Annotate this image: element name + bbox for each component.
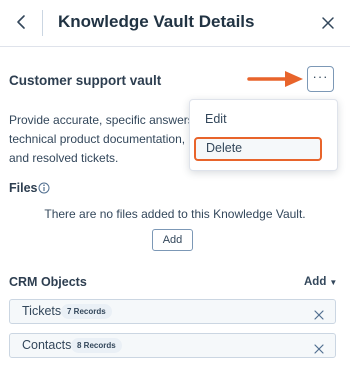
vault-name: Customer support vault xyxy=(9,73,162,88)
record-count-badge: 8 Records xyxy=(71,338,122,353)
crm-object-row-contacts: Contacts 8 Records xyxy=(9,333,336,358)
header-divider xyxy=(42,10,43,36)
actions-dropdown-menu: Edit Delete xyxy=(189,99,338,171)
close-icon xyxy=(314,344,324,354)
crm-object-name: Tickets xyxy=(22,304,62,318)
back-button[interactable] xyxy=(14,10,28,34)
remove-tickets-button[interactable] xyxy=(314,307,324,320)
caret-down-icon: ▼ xyxy=(329,278,338,287)
info-icon[interactable] xyxy=(38,182,50,194)
chevron-left-icon xyxy=(17,15,25,29)
close-icon xyxy=(322,17,334,29)
close-icon xyxy=(314,310,324,320)
add-file-button[interactable]: Add xyxy=(152,229,193,251)
crm-add-label: Add xyxy=(304,276,327,288)
annotation-arrow-icon xyxy=(247,71,303,87)
crm-add-dropdown-button[interactable]: Add ▼ xyxy=(304,276,337,288)
panel-header: Knowledge Vault Details xyxy=(0,0,350,47)
close-button[interactable] xyxy=(320,15,336,31)
record-count-badge: 7 Records xyxy=(61,304,112,319)
files-empty-message: There are no files added to this Knowled… xyxy=(44,207,306,221)
menu-item-delete[interactable]: Delete xyxy=(194,137,322,161)
panel-title: Knowledge Vault Details xyxy=(58,12,255,31)
files-section-label: Files xyxy=(9,181,38,195)
more-actions-button[interactable]: ··· xyxy=(307,66,334,92)
menu-item-edit[interactable]: Edit xyxy=(190,106,337,132)
crm-object-row-tickets: Tickets 7 Records xyxy=(9,299,336,324)
crm-object-name: Contacts xyxy=(22,338,72,352)
remove-contacts-button[interactable] xyxy=(314,341,324,354)
crm-objects-label: CRM Objects xyxy=(9,275,87,289)
